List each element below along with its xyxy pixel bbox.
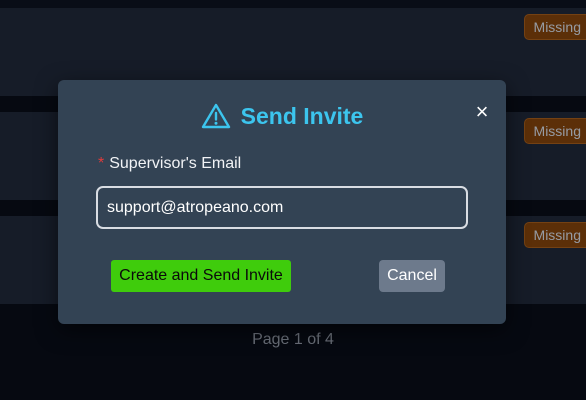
email-label-text: Supervisor's Email bbox=[109, 155, 242, 172]
close-icon[interactable]: × bbox=[472, 101, 492, 123]
send-invite-modal: Send Invite × *Supervisor's Email Create… bbox=[58, 80, 506, 324]
modal-header: Send Invite bbox=[58, 102, 506, 130]
supervisor-email-input[interactable] bbox=[96, 186, 468, 229]
email-label: * Supervisor's Email bbox=[98, 155, 241, 173]
required-marker: * bbox=[98, 155, 105, 172]
create-and-send-invite-button[interactable]: Create and Send Invite bbox=[111, 260, 291, 292]
modal-title: Send Invite bbox=[240, 102, 364, 129]
page: Missing Missing Missing Page 1 of 4 Send… bbox=[0, 0, 586, 400]
warning-triangle-icon bbox=[201, 103, 230, 129]
cancel-button[interactable]: Cancel bbox=[379, 260, 445, 292]
